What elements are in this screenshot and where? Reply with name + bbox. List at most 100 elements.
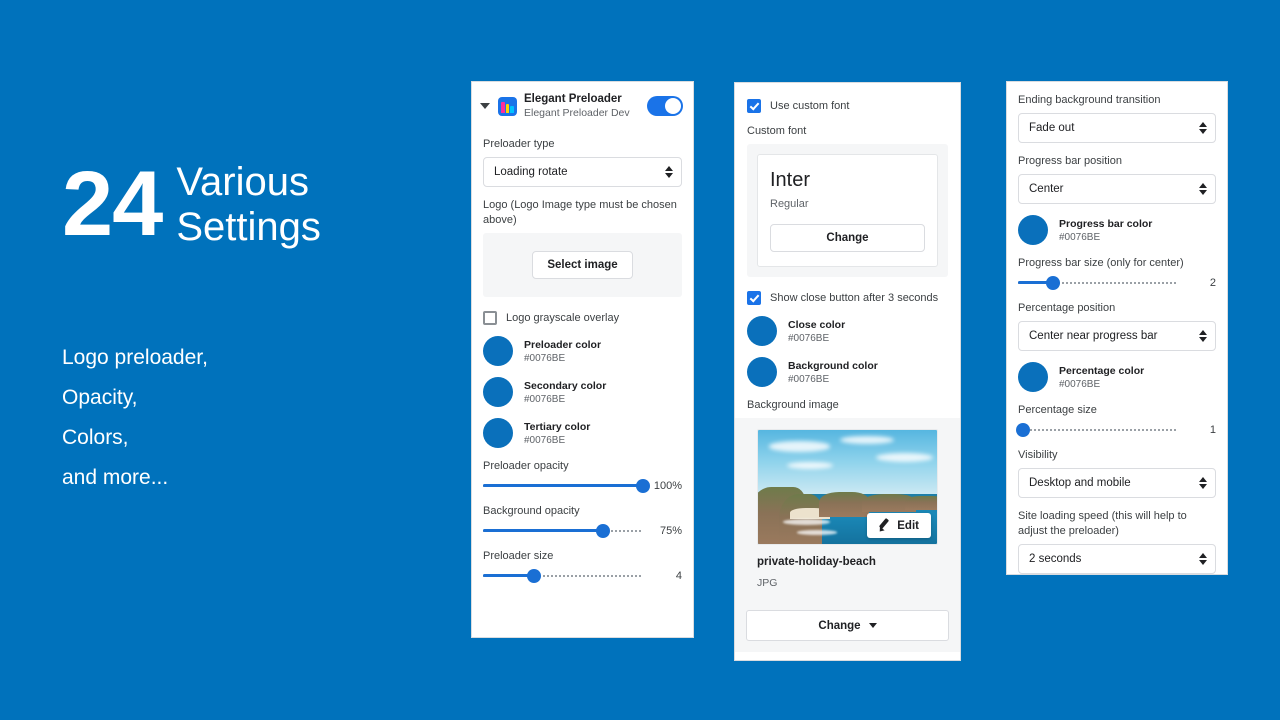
slider-track[interactable]: [1018, 276, 1177, 290]
background-opacity-slider[interactable]: 75%: [483, 524, 682, 538]
settings-panel-1: Elegant Preloader Elegant Preloader Dev …: [471, 81, 694, 638]
background-image-thumbnail[interactable]: Edit: [757, 429, 938, 545]
color-row[interactable]: Secondary color #0076BE: [483, 377, 682, 407]
list-item: Logo preloader,: [62, 345, 208, 369]
close-color-swatch[interactable]: [747, 316, 777, 346]
preloader-opacity-value: 100%: [653, 480, 682, 492]
tertiary-color-label: Tertiary color: [524, 420, 591, 433]
select-image-button[interactable]: Select image: [532, 251, 633, 279]
preloader-color-swatch[interactable]: [483, 336, 513, 366]
use-custom-font-checkbox[interactable]: [747, 99, 761, 113]
color-row[interactable]: Progress bar color #0076BE: [1018, 215, 1216, 245]
percentage-size-label: Percentage size: [1018, 404, 1097, 416]
percentage-position-value: Center near progress bar: [1029, 330, 1158, 342]
slide-canvas: 24 Various Settings Logo preloader, Opac…: [0, 0, 1280, 720]
tertiary-color-hex: #0076BE: [524, 434, 566, 446]
percentage-color-label: Percentage color: [1059, 364, 1145, 377]
promo-feature-list: Logo preloader, Opacity, Colors, and mor…: [62, 338, 442, 498]
preloader-color-label: Preloader color: [524, 338, 602, 351]
background-color-label: Background color: [788, 359, 878, 372]
settings-panel-2: Use custom font Custom font Inter Regula…: [734, 82, 961, 661]
preloader-opacity-slider[interactable]: 100%: [483, 479, 682, 493]
background-image-section: Edit private-holiday-beach JPG Change: [735, 418, 960, 652]
settings-panel-3: Ending background transition Fade out Pr…: [1006, 81, 1228, 575]
close-color-hex: #0076BE: [788, 332, 830, 344]
show-close-button-checkbox[interactable]: [747, 291, 761, 305]
percentage-color-swatch[interactable]: [1018, 362, 1048, 392]
chevron-down-icon[interactable]: [480, 103, 490, 109]
custom-font-card: Inter Regular Change: [747, 144, 948, 277]
chevron-down-icon: [868, 623, 877, 628]
preloader-type-value: Loading rotate: [494, 166, 568, 178]
change-background-image-button[interactable]: Change: [746, 610, 949, 641]
ending-transition-label: Ending background transition: [1018, 94, 1161, 106]
list-item: Colors,: [62, 425, 129, 449]
edit-image-label: Edit: [897, 519, 919, 532]
background-opacity-label: Background opacity: [483, 505, 580, 517]
color-row[interactable]: Close color #0076BE: [747, 316, 948, 346]
ending-transition-select[interactable]: Fade out: [1018, 113, 1216, 143]
progress-size-value: 2: [1209, 277, 1216, 289]
promo-title: Various Settings: [176, 160, 321, 250]
custom-font-label: Custom font: [747, 125, 807, 137]
preloader-type-select[interactable]: Loading rotate: [483, 157, 682, 187]
elegant-preloader-icon: [498, 96, 517, 116]
background-opacity-value: 75%: [659, 525, 682, 537]
close-color-label: Close color: [788, 318, 846, 331]
background-color-hex: #0076BE: [788, 373, 830, 385]
font-preview-box: Inter Regular Change: [757, 154, 938, 267]
color-row[interactable]: Preloader color #0076BE: [483, 336, 682, 366]
chevron-updown-icon: [1199, 183, 1207, 195]
use-custom-font-row[interactable]: Use custom font: [747, 99, 948, 113]
slider-track[interactable]: [483, 479, 650, 493]
secondary-color-hex: #0076BE: [524, 393, 566, 405]
percentage-size-value: 1: [1209, 424, 1216, 436]
secondary-color-swatch[interactable]: [483, 377, 513, 407]
edit-image-button[interactable]: Edit: [867, 513, 931, 538]
color-row[interactable]: Percentage color #0076BE: [1018, 362, 1216, 392]
background-color-swatch[interactable]: [747, 357, 777, 387]
slider-track[interactable]: [483, 524, 643, 538]
slider-track[interactable]: [1015, 423, 1177, 437]
logo-grayscale-checkbox[interactable]: [483, 311, 497, 325]
progress-size-slider[interactable]: 2: [1018, 276, 1216, 290]
enable-toggle[interactable]: [647, 96, 683, 116]
percentage-color-hex: #0076BE: [1059, 378, 1101, 390]
tertiary-color-swatch[interactable]: [483, 418, 513, 448]
background-image-card: Edit private-holiday-beach JPG: [746, 418, 949, 600]
promo-title-line2: Settings: [176, 204, 321, 249]
logo-upload-area: Select image: [483, 233, 682, 297]
slider-track[interactable]: [483, 569, 643, 583]
preloader-opacity-label: Preloader opacity: [483, 460, 569, 472]
visibility-value: Desktop and mobile: [1029, 477, 1131, 489]
color-row[interactable]: Background color #0076BE: [747, 357, 948, 387]
progress-position-value: Center: [1029, 183, 1064, 195]
visibility-label: Visibility: [1018, 449, 1058, 461]
logo-grayscale-row[interactable]: Logo grayscale overlay: [483, 311, 682, 325]
list-item: Opacity,: [62, 385, 138, 409]
chevron-updown-icon: [1199, 330, 1207, 342]
color-row[interactable]: Tertiary color #0076BE: [483, 418, 682, 448]
percentage-position-select[interactable]: Center near progress bar: [1018, 321, 1216, 351]
use-custom-font-label: Use custom font: [770, 100, 850, 112]
show-close-button-label: Show close button after 3 seconds: [770, 292, 939, 304]
promo-block: 24 Various Settings Logo preloader, Opac…: [62, 158, 442, 498]
background-image-label: Background image: [747, 399, 839, 411]
preloader-size-slider[interactable]: 4: [483, 569, 682, 583]
progress-bar-color-swatch[interactable]: [1018, 215, 1048, 245]
preloader-size-label: Preloader size: [483, 550, 554, 562]
promo-heading: 24 Various Settings: [62, 158, 442, 250]
loading-speed-value: 2 seconds: [1029, 553, 1082, 565]
progress-bar-color-hex: #0076BE: [1059, 231, 1101, 243]
progress-position-select[interactable]: Center: [1018, 174, 1216, 204]
chevron-updown-icon: [1199, 553, 1207, 565]
ending-transition-value: Fade out: [1029, 122, 1075, 134]
background-image-filename: private-holiday-beach: [757, 556, 876, 568]
preloader-type-label: Preloader type: [483, 138, 555, 150]
visibility-select[interactable]: Desktop and mobile: [1018, 468, 1216, 498]
extension-title: Elegant Preloader: [524, 93, 622, 105]
show-close-button-row[interactable]: Show close button after 3 seconds: [747, 291, 948, 305]
change-font-button[interactable]: Change: [770, 224, 925, 252]
percentage-size-slider[interactable]: 1: [1015, 423, 1216, 437]
loading-speed-select[interactable]: 2 seconds: [1018, 544, 1216, 574]
